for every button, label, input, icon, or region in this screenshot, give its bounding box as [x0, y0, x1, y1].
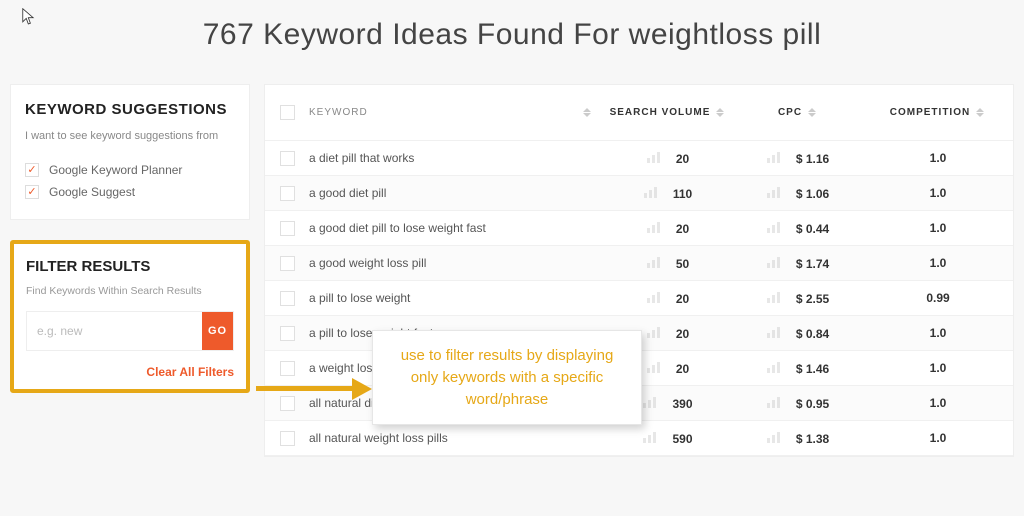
- sort-icon[interactable]: [583, 106, 593, 120]
- cpc-cell: $ 1.46: [796, 362, 829, 376]
- volume-cell: 20: [676, 222, 689, 236]
- cpc-cell: $ 1.74: [796, 257, 829, 271]
- cpc-cell: $ 0.95: [796, 397, 829, 411]
- header-competition[interactable]: COMPETITION: [890, 107, 970, 119]
- mouse-cursor-icon: [22, 8, 36, 26]
- bars-icon: [767, 151, 780, 163]
- volume-cell: 20: [676, 152, 689, 166]
- table-header-row: KEYWORD SEARCH VOLUME CPC: [265, 85, 1013, 141]
- filter-input[interactable]: [27, 312, 202, 350]
- volume-cell: 20: [676, 292, 689, 306]
- bars-icon: [643, 431, 656, 443]
- row-checkbox[interactable]: [280, 151, 295, 166]
- bars-icon: [647, 291, 660, 303]
- select-all-checkbox[interactable]: [280, 105, 295, 120]
- table-row: a good diet pill 110 $ 1.06 1.0: [265, 176, 1013, 211]
- table-row: a good diet pill to lose weight fast 20 $ …: [265, 211, 1013, 246]
- keyword-cell[interactable]: a diet pill that works: [309, 151, 414, 165]
- bars-icon: [767, 291, 780, 303]
- filter-go-button[interactable]: GO: [202, 312, 233, 350]
- keyword-cell[interactable]: all natural weight loss pills: [309, 431, 448, 445]
- row-checkbox[interactable]: [280, 256, 295, 271]
- bars-icon: [644, 186, 657, 198]
- keyword-cell[interactable]: a good diet pill to lose weight fast: [309, 221, 486, 235]
- check-icon[interactable]: ✓: [25, 163, 39, 177]
- keyword-cell[interactable]: a good diet pill: [309, 186, 386, 200]
- sort-icon[interactable]: [976, 106, 986, 120]
- source-option[interactable]: ✓ Google Keyword Planner: [25, 159, 235, 181]
- annotation-arrow-icon: [256, 378, 376, 398]
- filter-results-panel: FILTER RESULTS Find Keywords Within Sear…: [10, 240, 250, 393]
- bars-icon: [647, 151, 660, 163]
- bars-icon: [647, 326, 660, 338]
- cpc-cell: $ 1.06: [796, 187, 829, 201]
- volume-cell: 590: [672, 432, 692, 446]
- filter-subtext: Find Keywords Within Search Results: [26, 285, 234, 297]
- row-checkbox[interactable]: [280, 361, 295, 376]
- volume-cell: 20: [676, 362, 689, 376]
- bars-icon: [767, 396, 780, 408]
- competition-cell: 0.99: [926, 291, 949, 305]
- competition-cell: 1.0: [930, 396, 947, 410]
- table-row: a diet pill that works 20 $ 1.16 1.0: [265, 141, 1013, 176]
- page-title: 767 Keyword Ideas Found For weightloss p…: [0, 0, 1024, 84]
- bars-icon: [647, 256, 660, 268]
- keyword-suggestions-panel: KEYWORD SUGGESTIONS I want to see keywor…: [10, 84, 250, 220]
- sort-icon[interactable]: [808, 106, 818, 120]
- bars-icon: [647, 361, 660, 373]
- check-icon[interactable]: ✓: [25, 185, 39, 199]
- cpc-cell: $ 1.16: [796, 152, 829, 166]
- row-checkbox[interactable]: [280, 221, 295, 236]
- filter-heading: FILTER RESULTS: [26, 258, 234, 275]
- table-row: a good weight loss pill 50 $ 1.74 1.0: [265, 246, 1013, 281]
- competition-cell: 1.0: [930, 221, 947, 235]
- volume-cell: 50: [676, 257, 689, 271]
- keyword-cell[interactable]: a good weight loss pill: [309, 256, 426, 270]
- competition-cell: 1.0: [930, 431, 947, 445]
- sort-icon[interactable]: [716, 106, 726, 120]
- row-checkbox[interactable]: [280, 291, 295, 306]
- source-label: Google Suggest: [49, 185, 135, 199]
- competition-cell: 1.0: [930, 151, 947, 165]
- row-checkbox[interactable]: [280, 326, 295, 341]
- table-row: all natural weight loss pills 590 $ 1.38 1.…: [265, 421, 1013, 456]
- competition-cell: 1.0: [930, 256, 947, 270]
- bars-icon: [643, 396, 656, 408]
- bars-icon: [767, 256, 780, 268]
- bars-icon: [767, 361, 780, 373]
- header-volume[interactable]: SEARCH VOLUME: [610, 107, 711, 119]
- cpc-cell: $ 0.44: [796, 222, 829, 236]
- cpc-cell: $ 2.55: [796, 292, 829, 306]
- clear-filters-link[interactable]: Clear All Filters: [26, 365, 234, 379]
- header-cpc[interactable]: CPC: [778, 107, 802, 119]
- source-label: Google Keyword Planner: [49, 163, 182, 177]
- header-keyword[interactable]: KEYWORD: [309, 107, 368, 119]
- bars-icon: [767, 326, 780, 338]
- cpc-cell: $ 0.84: [796, 327, 829, 341]
- row-checkbox[interactable]: [280, 186, 295, 201]
- source-option[interactable]: ✓ Google Suggest: [25, 181, 235, 203]
- bars-icon: [767, 431, 780, 443]
- bars-icon: [647, 221, 660, 233]
- suggestions-subtext: I want to see keyword suggestions from: [25, 128, 235, 145]
- competition-cell: 1.0: [930, 361, 947, 375]
- suggestions-heading: KEYWORD SUGGESTIONS: [25, 101, 235, 118]
- competition-cell: 1.0: [930, 186, 947, 200]
- annotation-callout: use to filter results by displaying only…: [372, 330, 642, 425]
- competition-cell: 1.0: [930, 326, 947, 340]
- volume-cell: 20: [676, 327, 689, 341]
- bars-icon: [767, 186, 780, 198]
- volume-cell: 110: [673, 187, 692, 201]
- cpc-cell: $ 1.38: [796, 432, 829, 446]
- table-row: a pill to lose weight 20 $ 2.55 0.99: [265, 281, 1013, 316]
- volume-cell: 390: [672, 397, 692, 411]
- bars-icon: [767, 221, 780, 233]
- keyword-cell[interactable]: a pill to lose weight: [309, 291, 410, 305]
- row-checkbox[interactable]: [280, 431, 295, 446]
